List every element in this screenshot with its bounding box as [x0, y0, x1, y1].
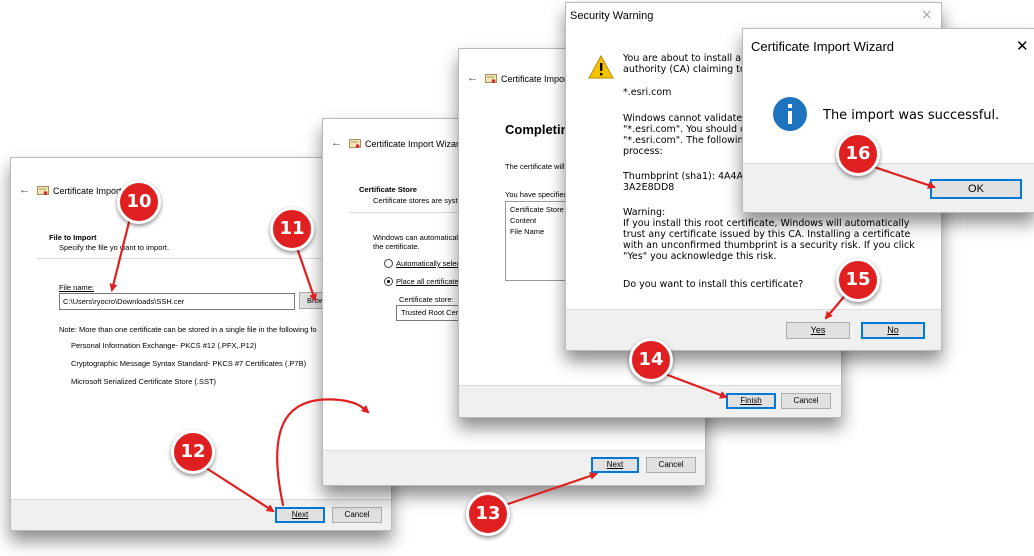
next-button[interactable]: Next: [275, 507, 325, 523]
radio-place-all-label: Place all certificates: [396, 277, 463, 286]
ok-button[interactable]: OK: [930, 179, 1022, 199]
no-button[interactable]: No: [861, 322, 925, 339]
store-description: Windows can automaticall: [373, 233, 460, 242]
certificate-store-value: Trusted Root Cer: [401, 308, 459, 317]
certificate-icon: [485, 74, 497, 83]
specified-settings-text: You have specified: [505, 190, 568, 199]
import-success-dialog: Certificate Import Wizard ✕ The import w…: [742, 28, 1034, 213]
wizard-title: Certificate Impor: [501, 74, 568, 84]
certificate-icon: [37, 186, 49, 195]
cancel-button[interactable]: Cancel: [781, 393, 831, 409]
store-description: the certificate.: [373, 242, 420, 251]
wizard-title: Certificate Import: [53, 186, 122, 196]
file-name-label: File name:: [59, 283, 95, 292]
finish-button[interactable]: Finish: [726, 393, 776, 409]
warning-title: Warning:: [623, 207, 666, 218]
warning-line: You are about to install a: [623, 53, 742, 64]
file-name-input[interactable]: C:\Users\ryocro\Downloads\SSH.cer: [59, 293, 295, 310]
radio-automatic-label: Automatically selec: [396, 259, 461, 268]
list-item: Content: [510, 216, 537, 225]
radio-place-all[interactable]: [384, 277, 393, 286]
warning-line: "*.esri.com". The followin: [623, 135, 744, 146]
format-item: Cryptographic Message Syntax Standard- P…: [71, 359, 307, 368]
thumbprint-text: 3A2E8DD8: [623, 182, 675, 193]
list-item: Certificate Store: [510, 205, 564, 214]
dialog-footer: Yes No: [566, 309, 941, 350]
warning-line: "Yes" you acknowledge this risk.: [623, 251, 777, 262]
back-arrow-icon[interactable]: ←: [19, 184, 30, 196]
install-question: Do you want to install this certificate?: [623, 279, 804, 290]
wizard-footer: Next Cancel: [323, 450, 705, 485]
dialog-title: Certificate Import Wizard: [751, 39, 895, 54]
step-badge-11: 11: [270, 207, 314, 251]
close-icon[interactable]: ×: [921, 7, 933, 23]
note-text: Note: More than one certificate can be s…: [59, 325, 317, 334]
file-name-value: C:\Users\ryocro\Downloads\SSH.cer: [63, 297, 185, 306]
step-badge-13: 13: [466, 492, 510, 536]
warning-line: authority (CA) claiming to: [623, 64, 746, 75]
next-button[interactable]: Next: [591, 457, 639, 473]
warning-line: "*.esri.com". You should c: [623, 124, 746, 135]
step-badge-12: 12: [171, 430, 215, 474]
dialog-title: Security Warning: [570, 10, 654, 22]
warning-icon: [588, 55, 614, 79]
step-badge-10: 10: [117, 180, 161, 224]
radio-automatic[interactable]: [384, 259, 393, 268]
section-description: Specify the file yo want to import.: [59, 243, 170, 252]
step-badge-16: 16: [836, 132, 880, 176]
domain-text: *.esri.com: [623, 87, 672, 98]
wizard-footer: Next Cancel: [11, 499, 391, 530]
certificate-icon: [349, 139, 361, 148]
step-badge-15: 15: [836, 258, 880, 302]
thumbprint-text: Thumbprint (sha1): 4A4A8: [623, 171, 750, 182]
warning-line: If you install this root certificate, Wi…: [623, 218, 910, 229]
close-icon[interactable]: ✕: [1016, 37, 1029, 55]
back-arrow-icon[interactable]: ←: [331, 137, 342, 149]
section-title: File to Import: [49, 233, 97, 242]
section-description: Certificate stores are syst: [373, 196, 458, 205]
warning-line: process:: [623, 146, 663, 157]
warning-line: trust any certificate issued by this CA.…: [623, 229, 911, 240]
success-message: The import was successful.: [823, 108, 1000, 123]
format-item: Microsoft Serialized Certificate Store (…: [71, 377, 217, 386]
format-item: Personal Information Exchange- PKCS #12 …: [71, 341, 257, 350]
wizard-footer: Finish Cancel: [459, 385, 841, 417]
warning-line: Windows cannot validate: [623, 113, 743, 124]
dialog-footer: OK: [743, 163, 1034, 212]
warning-line: with an unconfirmed thumbprint is a secu…: [623, 240, 915, 251]
yes-button[interactable]: Yes: [786, 322, 850, 339]
cancel-button[interactable]: Cancel: [332, 507, 382, 523]
back-arrow-icon[interactable]: ←: [467, 72, 478, 84]
titlebar: Security Warning ×: [566, 3, 941, 29]
info-icon: [773, 97, 807, 131]
wizard-title: Certificate Import Wizard: [365, 139, 465, 149]
section-title: Certificate Store: [359, 185, 417, 194]
cancel-button[interactable]: Cancel: [646, 457, 696, 473]
completing-text: The certificate will: [505, 162, 565, 171]
certificate-store-label: Certificate store:: [399, 295, 454, 304]
list-item: File Name: [510, 227, 545, 236]
step-badge-14: 14: [629, 338, 673, 382]
